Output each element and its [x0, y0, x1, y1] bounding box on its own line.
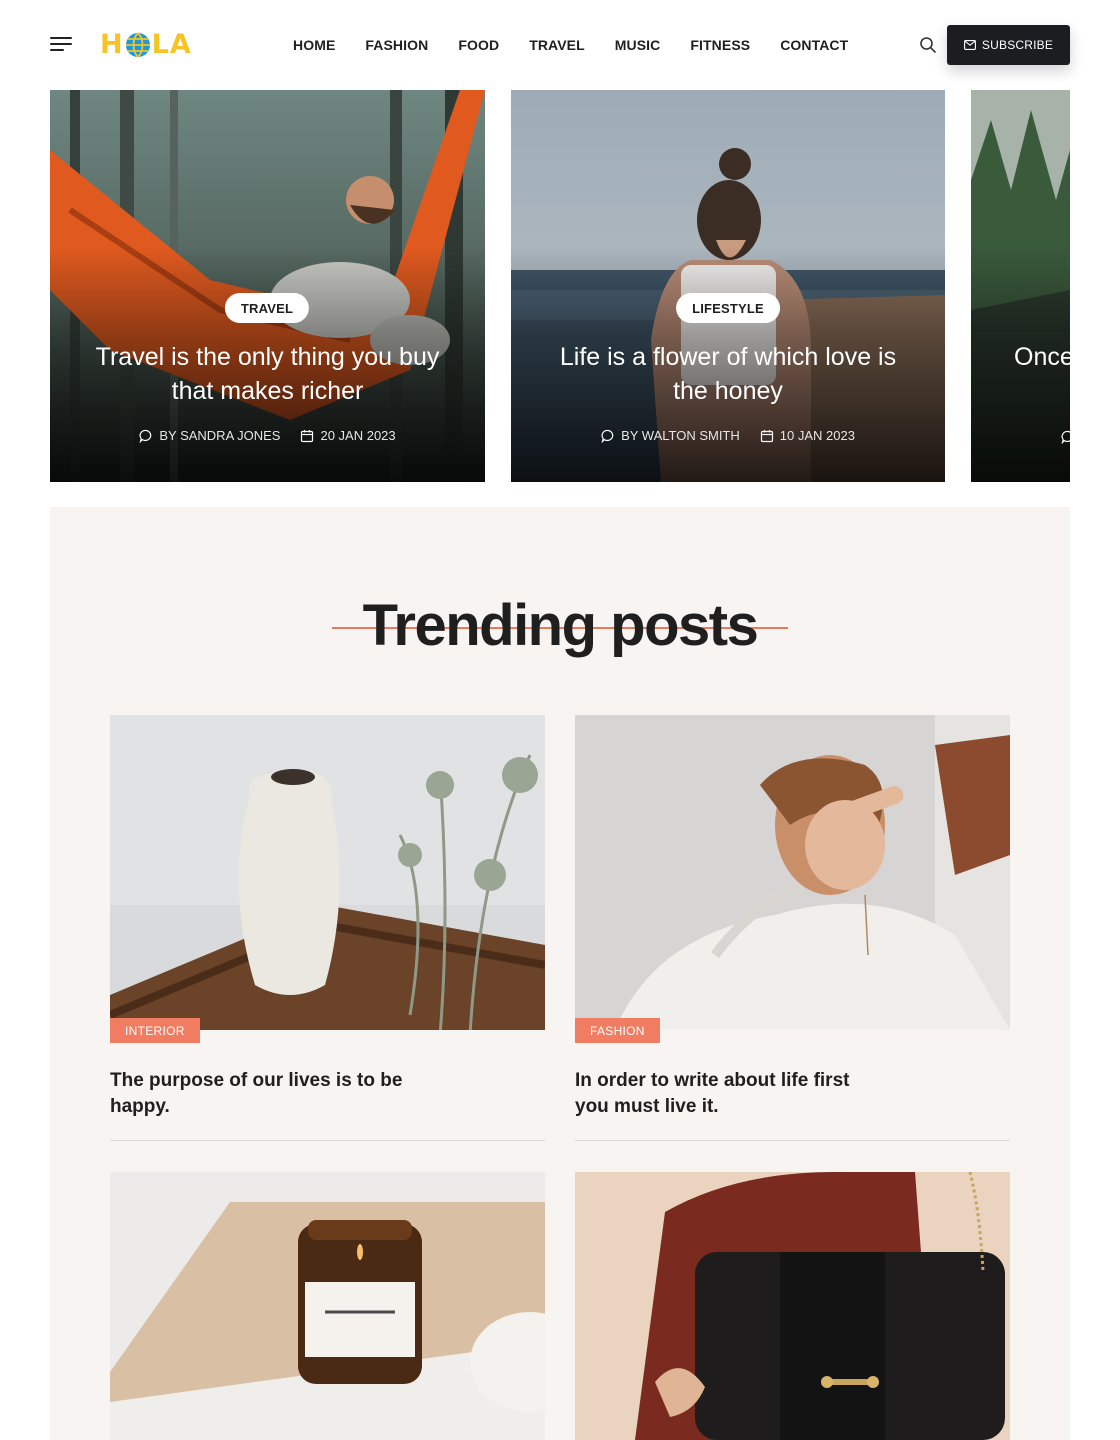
post-image-woman — [575, 715, 1010, 1030]
mail-icon — [963, 40, 976, 50]
post-category[interactable]: INTERIOR — [110, 1018, 200, 1043]
main-nav: HOME FASHION FOOD TRAVEL MUSIC FITNESS C… — [293, 36, 848, 54]
post-title[interactable]: The purpose of our lives is to be happy. — [110, 1068, 430, 1120]
card-date: 20 JAN 2023 — [320, 428, 396, 443]
trending-post[interactable] — [575, 1172, 1010, 1440]
calendar-icon — [301, 429, 314, 442]
post-divider — [110, 1140, 545, 1141]
comment-icon — [139, 429, 152, 443]
card-title[interactable]: Once — [1014, 340, 1070, 374]
subscribe-button[interactable]: SUBSCRIBE — [947, 25, 1070, 65]
logo-letters-la: LA — [151, 29, 192, 60]
post-title[interactable]: In order to write about life first you m… — [575, 1068, 875, 1120]
nav-fashion[interactable]: FASHION — [365, 36, 428, 54]
trending-post[interactable]: FASHION In order to write about life fir… — [575, 715, 1010, 1141]
post-image-vase — [110, 715, 545, 1030]
card-meta: BY SANDRA JONES 20 JAN 2023 — [50, 428, 485, 443]
card-author[interactable]: BY SANDRA JONES — [159, 428, 280, 443]
post-image-candle — [110, 1172, 545, 1440]
nav-travel[interactable]: TRAVEL — [529, 36, 585, 54]
nav-music[interactable]: MUSIC — [615, 36, 661, 54]
post-category[interactable]: FASHION — [575, 1018, 660, 1043]
card-category-tag[interactable]: TRAVEL — [224, 293, 310, 323]
trending-section: Trending posts INTERIOR The purpose of o… — [50, 507, 1070, 1440]
nav-fitness[interactable]: FITNESS — [690, 36, 750, 54]
card-author[interactable]: BY WALTON SMITH — [621, 428, 740, 443]
logo-letter-h: H — [100, 29, 124, 60]
nav-home[interactable]: HOME — [293, 36, 335, 54]
trending-post[interactable]: INTERIOR The purpose of our lives is to … — [110, 715, 545, 1141]
card-title[interactable]: Life is a flower of which love is the ho… — [541, 340, 915, 408]
globe-icon — [125, 32, 150, 58]
card-category-tag[interactable]: LIFESTYLE — [676, 293, 780, 323]
post-image-handbag — [575, 1172, 1010, 1440]
trending-post[interactable] — [110, 1172, 545, 1440]
card-title[interactable]: Travel is the only thing you buy that ma… — [80, 340, 455, 408]
comment-icon — [601, 429, 614, 443]
site-logo[interactable]: H LA — [100, 29, 192, 61]
calendar-icon — [760, 429, 773, 442]
site-header: H LA HOME FASHION FOOD TRAVEL MUSIC FITN… — [0, 0, 1120, 90]
card-date: 10 JAN 2023 — [779, 428, 855, 443]
hamburger-icon[interactable] — [50, 37, 72, 53]
slider-card[interactable]: TRAVEL Travel is the only thing you buy … — [50, 90, 485, 482]
card-meta: BY WALTON SMITH 10 JAN 2023 — [511, 428, 945, 443]
search-icon[interactable] — [919, 36, 937, 54]
slider-card[interactable]: LIFESTYLE Life is a flower of which love… — [511, 90, 945, 482]
post-divider — [575, 1140, 1010, 1141]
section-heading: Trending posts — [362, 593, 759, 658]
slider-card-partial[interactable]: Once — [971, 90, 1070, 482]
subscribe-label: SUBSCRIBE — [981, 38, 1054, 52]
comment-icon — [1061, 430, 1070, 444]
nav-food[interactable]: FOOD — [458, 36, 499, 54]
nav-contact[interactable]: CONTACT — [780, 36, 848, 54]
